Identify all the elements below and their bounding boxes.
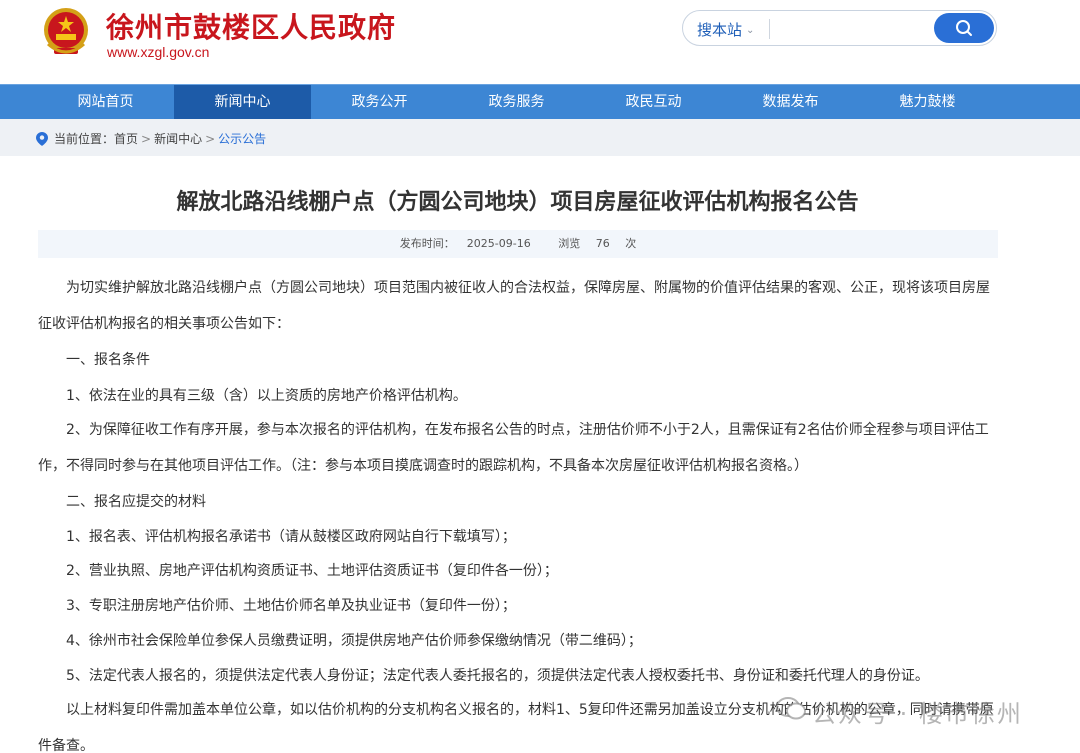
paragraph-material-3: 3、专职注册房地产估价师、土地估价师名单及执业证书（复印件一份）； [66, 598, 516, 614]
article-title: 解放北路沿线棚户点（方圆公司地块）项目房屋征收评估机构报名公告 [176, 190, 859, 215]
view-count: 浏览 76 次 [552, 237, 642, 250]
nav-item-home[interactable]: 网站首页 [37, 85, 174, 119]
search-scope-dropdown[interactable]: 搜本站 ⌄ [697, 19, 754, 40]
breadcrumb-news[interactable]: 新闻中心 [154, 132, 202, 146]
paragraph-intro: 为切实维护解放北路沿线棚户点（方圆公司地块）项目范围内被征收人的合法权益，保障房… [38, 280, 990, 332]
paragraph-condition-2: 2、为保障征收工作有序开展，参与本次报名的评估机构，在发布报名公告的时点，注册估… [38, 422, 989, 474]
national-emblem-icon[interactable] [38, 4, 94, 60]
search-button[interactable] [934, 13, 994, 43]
paragraph-section-2-heading: 二、报名应提交的材料 [66, 494, 206, 510]
breadcrumb-home[interactable]: 首页 [114, 132, 138, 146]
nav-item-data[interactable]: 数据发布 [722, 85, 859, 119]
publish-time: 发布时间： 2025-09-16 [394, 237, 537, 250]
publish-date: 2025-09-16 [466, 237, 531, 250]
watermark-text: 公众号 · 楼市徐州 [812, 700, 1023, 728]
nav-item-gov-affairs[interactable]: 政务公开 [311, 85, 448, 119]
site-url[interactable]: www.xzgl.gov.cn [107, 44, 209, 60]
paragraph-material-2: 2、营业执照、房地产评估机构资质证书、土地评估资质证书（复印件各一份）； [66, 563, 558, 579]
article-meta: 发布时间： 2025-09-16 浏览 76 次 [38, 230, 998, 258]
search-input[interactable] [775, 15, 925, 41]
breadcrumb-prefix: 当前位置： [54, 132, 115, 146]
views-number: 76 [595, 237, 610, 250]
publish-label: 发布时间： [399, 237, 455, 250]
location-pin-icon [36, 132, 48, 149]
watermark: 公众号 · 楼市徐州 [776, 690, 1066, 730]
search-divider [769, 19, 770, 39]
views-label: 浏览 [558, 237, 581, 250]
breadcrumb-separator: > [141, 132, 152, 146]
breadcrumb-bar: 当前位置：首页 > 新闻中心 > 公示公告 [0, 119, 1080, 156]
paragraph-condition-1: 1、依法在业的具有三级（含）以上资质的房地产价格评估机构。 [66, 388, 467, 404]
breadcrumb: 当前位置：首页 > 新闻中心 > 公示公告 [36, 130, 266, 149]
site-header: 徐州市鼓楼区人民政府 www.xzgl.gov.cn 搜本站 ⌄ [0, 0, 1080, 84]
paragraph-section-1-heading: 一、报名条件 [66, 352, 150, 368]
nav-item-interaction[interactable]: 政民互动 [585, 85, 722, 119]
search-box: 搜本站 ⌄ [682, 10, 997, 46]
paragraph-material-4: 4、徐州市社会保险单位参保人员缴费证明，须提供房地产估价师参保缴纳情况（带二维码… [66, 633, 642, 649]
nav-item-gov-services[interactable]: 政务服务 [448, 85, 585, 119]
views-unit: 次 [625, 237, 637, 250]
wechat-icon [776, 696, 806, 726]
paragraph-material-5: 5、法定代表人报名的，须提供法定代表人身份证；法定代表人委托报名的，须提供法定代… [66, 668, 929, 684]
nav-item-news[interactable]: 新闻中心 [174, 85, 311, 119]
breadcrumb-separator: > [205, 132, 216, 146]
paragraph-material-1: 1、报名表、评估机构报名承诺书（请从鼓楼区政府网站自行下载填写）； [66, 529, 516, 545]
search-icon [956, 20, 972, 36]
chevron-down-icon: ⌄ [746, 25, 755, 36]
breadcrumb-notices[interactable]: 公示公告 [218, 132, 266, 146]
main-nav: 网站首页 新闻中心 政务公开 政务服务 政民互动 数据发布 魅力鼓楼 [0, 84, 1080, 119]
nav-item-charm-gulou[interactable]: 魅力鼓楼 [859, 85, 996, 119]
search-scope-label: 搜本站 [697, 21, 743, 39]
site-name[interactable]: 徐州市鼓楼区人民政府 [106, 6, 396, 46]
